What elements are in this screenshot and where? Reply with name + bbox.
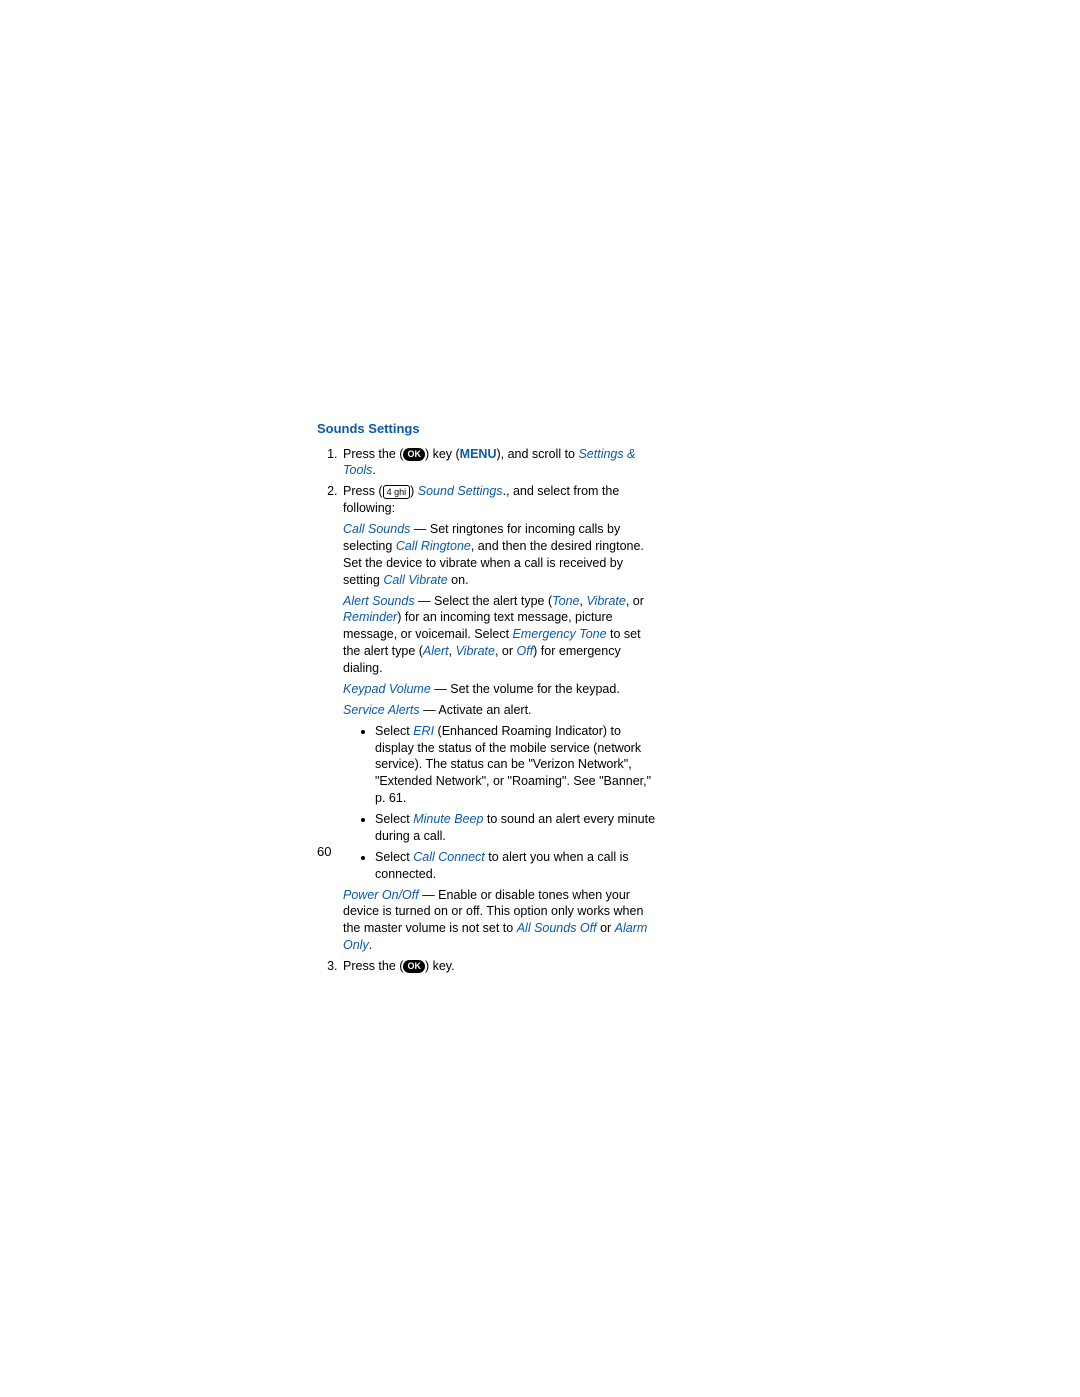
bullet-minute-beep: Select Minute Beep to sound an alert eve…	[375, 811, 657, 845]
ok-key-icon: OK	[403, 960, 425, 973]
text: ) key.	[425, 959, 455, 973]
label-power-on-off: Power On/Off	[343, 888, 419, 902]
label-alert-sounds: Alert Sounds	[343, 594, 415, 608]
label-call-sounds: Call Sounds	[343, 522, 410, 536]
text: , or	[495, 644, 517, 658]
menu-label: MENU	[460, 447, 497, 461]
link-all-sounds-off: All Sounds Off	[517, 921, 597, 935]
text: — Set the volume for the keypad.	[431, 682, 620, 696]
ok-key-icon: OK	[403, 448, 425, 461]
text: )	[410, 484, 418, 498]
step-1: Press the (OK) key (MENU), and scroll to…	[341, 446, 657, 480]
text: Select	[375, 724, 413, 738]
text: .	[372, 463, 375, 477]
text: Select	[375, 850, 413, 864]
bullet-eri: Select ERI (Enhanced Roaming Indicator) …	[375, 723, 657, 807]
link-reminder: Reminder	[343, 610, 397, 624]
step-2: Press (4 ghi) Sound Settings., and selec…	[341, 483, 657, 954]
link-emergency-tone: Emergency Tone	[513, 627, 607, 641]
label-keypad-volume: Keypad Volume	[343, 682, 431, 696]
text: Press (	[343, 484, 383, 498]
text: Select	[375, 812, 413, 826]
text: .	[369, 938, 372, 952]
text: — Activate an alert.	[420, 703, 532, 717]
link-alert: Alert	[423, 644, 449, 658]
link-vibrate: Vibrate	[586, 594, 625, 608]
link-eri: ERI	[413, 724, 434, 738]
text: on.	[448, 573, 469, 587]
link-off: Off	[517, 644, 534, 658]
link-call-ringtone: Call Ringtone	[396, 539, 471, 553]
page-content: Sounds Settings Press the (OK) key (MENU…	[317, 420, 657, 979]
call-sounds-para: Call Sounds — Set ringtones for incoming…	[343, 521, 657, 589]
section-heading: Sounds Settings	[317, 420, 657, 438]
link-tone: Tone	[552, 594, 579, 608]
text: ), and scroll to	[496, 447, 578, 461]
text: , or	[626, 594, 644, 608]
keypad-volume-para: Keypad Volume — Set the volume for the k…	[343, 681, 657, 698]
steps-list: Press the (OK) key (MENU), and scroll to…	[317, 446, 657, 975]
text: or	[597, 921, 615, 935]
bullet-call-connect: Select Call Connect to alert you when a …	[375, 849, 657, 883]
text: ,	[449, 644, 456, 658]
text: Press the (	[343, 447, 403, 461]
step-3: Press the (OK) key.	[341, 958, 657, 975]
text: ) key (	[425, 447, 460, 461]
link-minute-beep: Minute Beep	[413, 812, 483, 826]
text: Press the (	[343, 959, 403, 973]
text: — Select the alert type (	[415, 594, 553, 608]
link-vibrate2: Vibrate	[456, 644, 495, 658]
page-number: 60	[317, 844, 331, 859]
link-sound-settings: Sound Settings	[418, 484, 503, 498]
service-alerts-bullets: Select ERI (Enhanced Roaming Indicator) …	[343, 723, 657, 883]
link-call-vibrate: Call Vibrate	[383, 573, 447, 587]
link-call-connect: Call Connect	[413, 850, 485, 864]
service-alerts-para: Service Alerts — Activate an alert.	[343, 702, 657, 719]
alert-sounds-para: Alert Sounds — Select the alert type (To…	[343, 593, 657, 677]
label-service-alerts: Service Alerts	[343, 703, 420, 717]
power-on-off-para: Power On/Off — Enable or disable tones w…	[343, 887, 657, 955]
key-4-icon: 4 ghi	[383, 485, 411, 499]
